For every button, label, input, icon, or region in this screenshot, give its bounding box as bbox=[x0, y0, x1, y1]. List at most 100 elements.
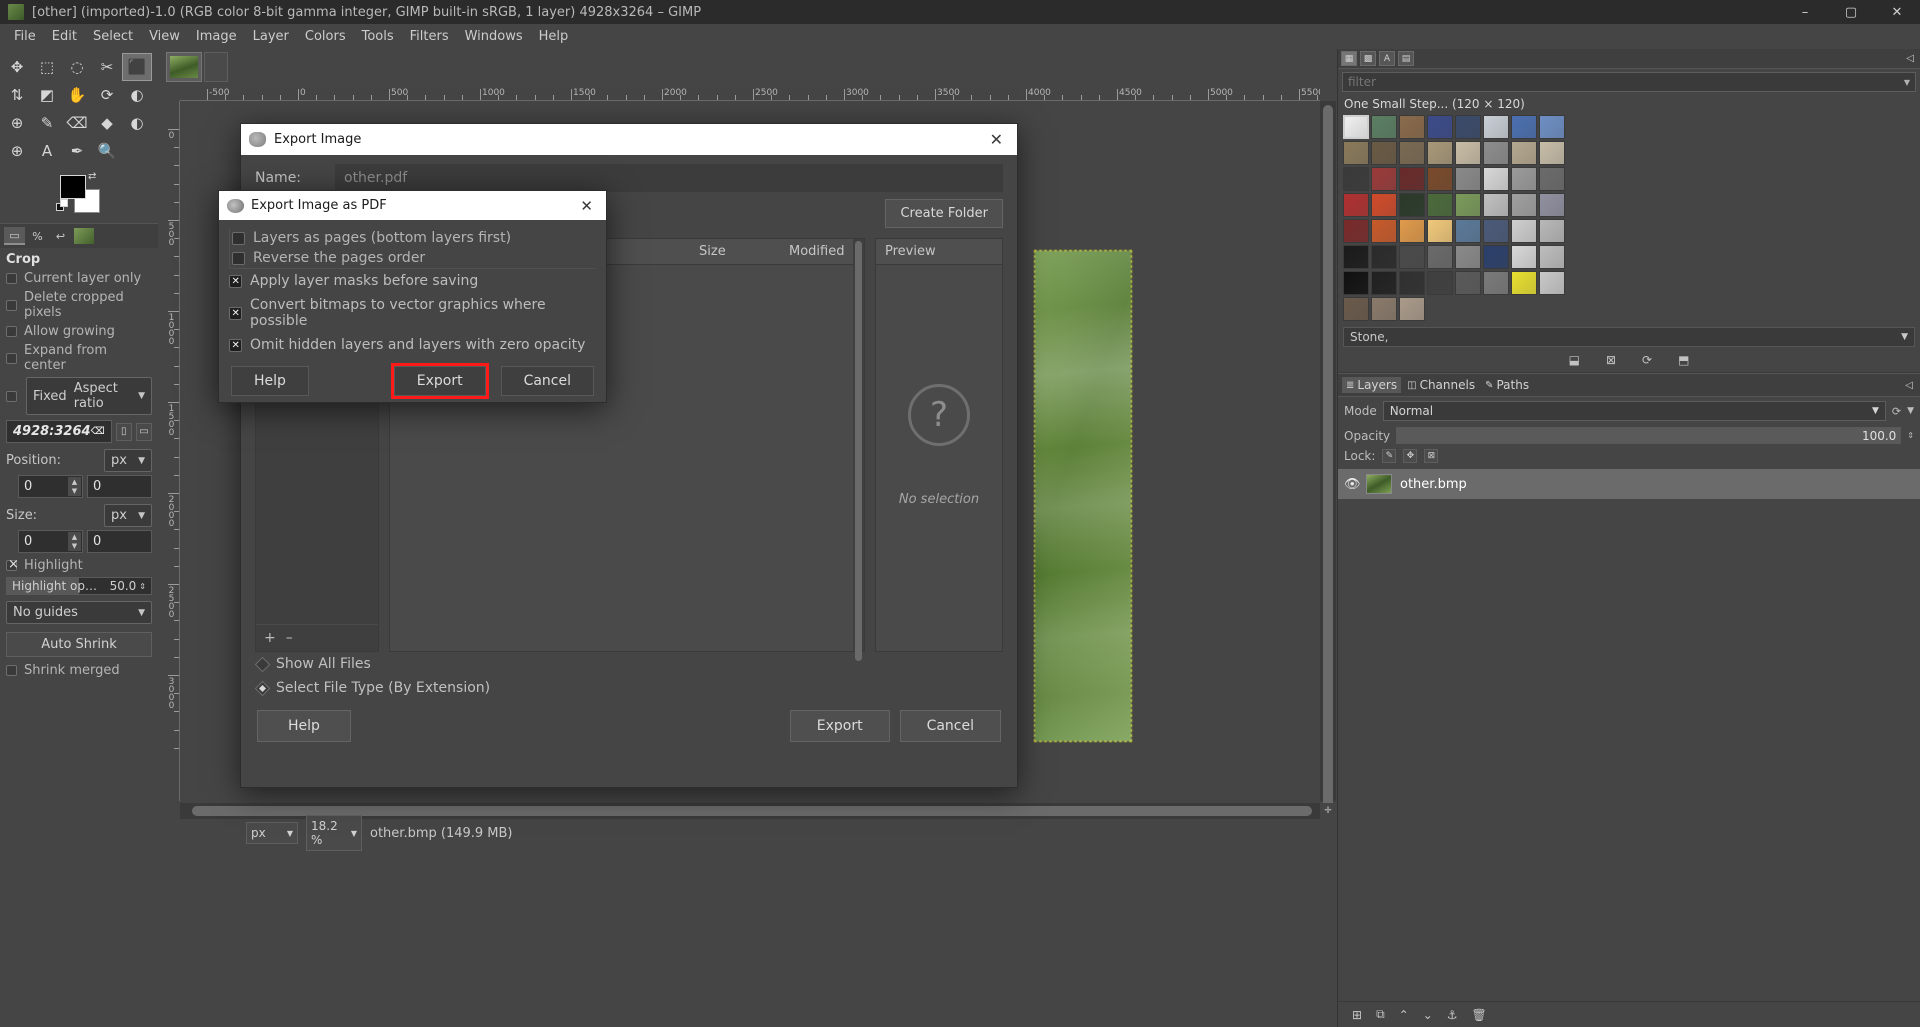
pattern-edit-icon[interactable]: ⬒ bbox=[1678, 353, 1689, 367]
pdf-dialog-close-icon[interactable]: ✕ bbox=[575, 197, 598, 215]
pattern-swatch[interactable] bbox=[1343, 115, 1369, 139]
pdf-cancel-button[interactable]: Cancel bbox=[501, 366, 594, 396]
menu-image[interactable]: Image bbox=[188, 26, 245, 47]
menu-colors[interactable]: Colors bbox=[297, 26, 354, 47]
pattern-swatch[interactable] bbox=[1511, 115, 1537, 139]
rotate-tool-icon[interactable]: ⟳ bbox=[92, 81, 122, 109]
layer-row[interactable]: 👁 other.bmp bbox=[1338, 469, 1920, 499]
checkbox-layers-as-pages[interactable] bbox=[232, 232, 245, 245]
pattern-swatch[interactable] bbox=[1539, 141, 1565, 165]
eraser-tool-icon[interactable]: ⌫ bbox=[62, 109, 92, 137]
tab-paths[interactable]: ✎ Paths bbox=[1481, 377, 1533, 393]
size-width-input[interactable]: 0 ▲▼ bbox=[18, 530, 83, 553]
swap-colors-icon[interactable]: ⇄ bbox=[88, 171, 96, 182]
pattern-swatch[interactable] bbox=[1483, 115, 1509, 139]
tab-undo-history[interactable]: ↩ bbox=[50, 227, 71, 245]
warp-tool-icon[interactable]: ✋ bbox=[62, 81, 92, 109]
tab-device-status[interactable]: % bbox=[27, 227, 48, 245]
pattern-swatch[interactable] bbox=[1399, 271, 1425, 295]
pattern-swatch[interactable] bbox=[1511, 141, 1537, 165]
checkbox-expand-from-center[interactable] bbox=[6, 353, 17, 364]
pattern-swatch[interactable] bbox=[1371, 193, 1397, 217]
pattern-refresh-icon[interactable]: ⟳ bbox=[1642, 353, 1652, 367]
pattern-swatch[interactable] bbox=[1511, 167, 1537, 191]
position-y-input[interactable]: 0 bbox=[87, 475, 152, 498]
pattern-swatch[interactable] bbox=[1539, 193, 1565, 217]
image-layer-preview[interactable] bbox=[1035, 251, 1131, 741]
navigation-icon[interactable]: ✛ bbox=[1320, 803, 1336, 819]
pattern-swatch[interactable] bbox=[1511, 193, 1537, 217]
path-tool-icon[interactable]: ✒ bbox=[62, 137, 92, 165]
pattern-swatch[interactable] bbox=[1427, 193, 1453, 217]
patterns-tab-icon[interactable]: ▩ bbox=[1360, 51, 1376, 66]
brushes-tab-icon[interactable]: ▦ bbox=[1341, 51, 1357, 66]
create-folder-button[interactable]: Create Folder bbox=[885, 199, 1003, 228]
radio-show-all-files[interactable] bbox=[255, 656, 271, 672]
canvas-vscrollbar[interactable] bbox=[1320, 101, 1336, 801]
minimize-icon[interactable]: – bbox=[1782, 0, 1828, 24]
menu-select[interactable]: Select bbox=[85, 26, 141, 47]
anchor-layer-icon[interactable]: ⚓ bbox=[1447, 1008, 1458, 1022]
checkbox-omit-hidden-layers[interactable] bbox=[229, 339, 242, 352]
chevron-down-icon[interactable]: ▼ bbox=[1904, 78, 1910, 87]
pattern-swatch[interactable] bbox=[1427, 141, 1453, 165]
pattern-swatch[interactable] bbox=[1455, 115, 1481, 139]
pattern-swatch[interactable] bbox=[1343, 271, 1369, 295]
checkbox-highlight[interactable] bbox=[6, 560, 17, 571]
pattern-swatch[interactable] bbox=[1343, 245, 1369, 269]
export-dialog-close-icon[interactable]: ✕ bbox=[984, 130, 1009, 149]
radio-select-file-type[interactable] bbox=[255, 680, 271, 696]
pattern-swatch[interactable] bbox=[1371, 167, 1397, 191]
remove-place-icon[interactable]: – bbox=[286, 630, 293, 646]
delete-layer-icon[interactable]: 🗑 bbox=[1472, 1008, 1487, 1022]
pattern-swatch[interactable] bbox=[1483, 219, 1509, 243]
pattern-delete-icon[interactable]: ⊠ bbox=[1606, 353, 1616, 367]
menu-windows[interactable]: Windows bbox=[457, 26, 531, 47]
paintbrush-tool-icon[interactable]: ⊕ bbox=[2, 109, 32, 137]
aspect-ratio-input[interactable]: 4928:3264 ⌫ bbox=[6, 420, 112, 443]
menu-layer[interactable]: Layer bbox=[245, 26, 297, 47]
eye-icon[interactable]: 👁 bbox=[1344, 477, 1358, 492]
pencil-tool-icon[interactable]: ✎ bbox=[32, 109, 62, 137]
export-name-input[interactable]: other.pdf bbox=[335, 164, 1003, 192]
menu-filters[interactable]: Filters bbox=[402, 26, 457, 47]
menu-tools[interactable]: Tools bbox=[354, 26, 402, 47]
option-apply-layer-masks[interactable]: Apply layer masks before saving bbox=[219, 269, 606, 293]
highlight-opacity-slider[interactable]: Highlight op… 50.0 ⇕ bbox=[6, 577, 152, 595]
pattern-swatch[interactable] bbox=[1371, 141, 1397, 165]
pattern-swatch[interactable] bbox=[1343, 297, 1369, 321]
option-layers-as-pages[interactable]: Layers as pages (bottom layers first) bbox=[230, 228, 596, 248]
menu-file[interactable]: File bbox=[6, 26, 44, 47]
pattern-filter-box[interactable]: ▼ bbox=[1342, 72, 1916, 92]
pattern-filter-input[interactable] bbox=[1348, 75, 1904, 89]
zoom-tool-icon[interactable]: 🔍 bbox=[92, 137, 122, 165]
tab-channels[interactable]: ◫ Channels bbox=[1403, 377, 1479, 393]
pattern-swatch[interactable] bbox=[1511, 219, 1537, 243]
pattern-swatch[interactable] bbox=[1483, 271, 1509, 295]
pattern-swatch[interactable] bbox=[1427, 115, 1453, 139]
checkbox-convert-bitmaps[interactable] bbox=[229, 307, 242, 320]
crop-tool-icon[interactable]: ⬛ bbox=[122, 53, 152, 81]
option-reverse-pages-order[interactable]: Reverse the pages order bbox=[230, 248, 596, 268]
option-expand-from-center[interactable]: Expand from center bbox=[0, 341, 158, 375]
lock-alpha-icon[interactable]: ⊠ bbox=[1424, 449, 1438, 463]
export-help-button[interactable]: Help bbox=[257, 710, 351, 742]
pattern-swatch[interactable] bbox=[1343, 219, 1369, 243]
option-highlight[interactable]: Highlight bbox=[0, 556, 158, 575]
pattern-selected-row[interactable]: Stone, ▼ bbox=[1343, 327, 1915, 347]
measure-tool-icon[interactable]: ⊕ bbox=[2, 137, 32, 165]
pattern-swatch[interactable] bbox=[1539, 245, 1565, 269]
align-tool-icon[interactable]: ⇅ bbox=[2, 81, 32, 109]
pattern-swatch[interactable] bbox=[1483, 193, 1509, 217]
lock-pixels-icon[interactable]: ✎ bbox=[1382, 449, 1396, 463]
move-tool-icon[interactable]: ✥ bbox=[2, 53, 32, 81]
pattern-swatch[interactable] bbox=[1371, 297, 1397, 321]
tab-layers[interactable]: ≣ Layers bbox=[1342, 377, 1401, 393]
option-shrink-merged[interactable]: Shrink merged bbox=[0, 661, 158, 680]
pattern-swatch[interactable] bbox=[1483, 245, 1509, 269]
position-x-stepper[interactable]: ▲▼ bbox=[68, 477, 81, 496]
pattern-swatch[interactable] bbox=[1399, 115, 1425, 139]
opacity-slider[interactable]: 100.0 bbox=[1396, 427, 1901, 444]
menu-view[interactable]: View bbox=[141, 26, 188, 47]
gradient-tool-icon[interactable]: ◐ bbox=[122, 81, 152, 109]
